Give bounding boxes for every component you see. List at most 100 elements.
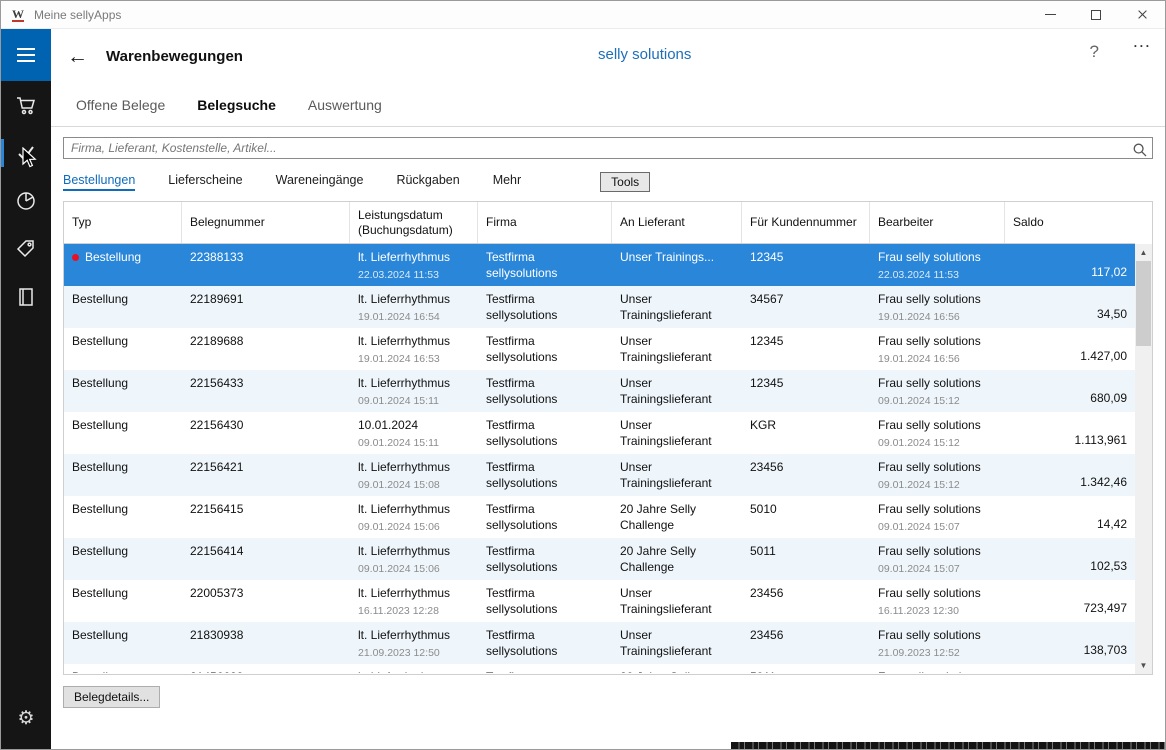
- cell-typ: Bestellung: [64, 328, 182, 370]
- more-options-button[interactable]: ∙∙∙: [1133, 35, 1151, 56]
- journal-book-icon: [15, 286, 37, 308]
- table-row[interactable]: Bestellung22388133lt. Lieferrhythmus22.0…: [64, 244, 1135, 286]
- cell-kundennummer: KGR: [742, 412, 870, 454]
- sidebar-item-warenbewegungen[interactable]: [1, 129, 51, 177]
- buchungsdatum-label: 09.01.2024 15:11: [358, 437, 470, 451]
- belegdetails-button[interactable]: Belegdetails...: [63, 686, 160, 708]
- results-table: TypBelegnummerLeistungsdatum(Buchungsdat…: [63, 201, 1153, 675]
- table-row[interactable]: Bestellung22005373lt. Lieferrhythmus16.1…: [64, 580, 1135, 622]
- subtab-mehr[interactable]: Mehr: [493, 173, 521, 191]
- app-logo-icon: W: [10, 7, 26, 23]
- scroll-down-button[interactable]: ▼: [1135, 657, 1152, 674]
- cell-firma: Testfirma sellysolutions: [478, 244, 612, 286]
- sidebar-item-labels[interactable]: [1, 225, 51, 273]
- bearbeiter-datum-label: 09.01.2024 15:12: [878, 479, 997, 493]
- table-row[interactable]: Bestellung2215643010.01.202409.01.2024 1…: [64, 412, 1135, 454]
- cell-kundennummer: 23456: [742, 622, 870, 664]
- cell-kundennummer: 34567: [742, 286, 870, 328]
- cell-typ: Bestellung: [64, 622, 182, 664]
- cell-firma: Testfirma: [478, 664, 612, 673]
- cell-lieferant: Unser Trainingslieferant: [612, 370, 742, 412]
- tab-belegsuche[interactable]: Belegsuche: [197, 97, 276, 113]
- back-button[interactable]: ←: [67, 46, 88, 67]
- search-input[interactable]: [63, 137, 1153, 159]
- table-row[interactable]: Bestellung22189691lt. Lieferrhythmus19.0…: [64, 286, 1135, 328]
- table-row[interactable]: Bestellung22156421lt. Lieferrhythmus09.0…: [64, 454, 1135, 496]
- column-header[interactable]: Firma: [478, 202, 612, 243]
- buchungsdatum-label: 09.01.2024 15:11: [358, 395, 470, 409]
- cell-lieferant: Unser Trainings...: [612, 244, 742, 286]
- close-icon: [1137, 9, 1148, 20]
- tab-auswertung[interactable]: Auswertung: [308, 97, 382, 113]
- sidebar: ⚙: [1, 29, 51, 750]
- table-header-row: TypBelegnummerLeistungsdatum(Buchungsdat…: [64, 202, 1135, 244]
- tab-offene-belege[interactable]: Offene Belege: [76, 97, 165, 113]
- cell-kundennummer: 12345: [742, 244, 870, 286]
- buchungsdatum-label: 22.03.2024 11:53: [358, 269, 470, 283]
- column-header[interactable]: Saldo: [1005, 202, 1135, 243]
- table-row[interactable]: Bestellung21456629lt. LieferrhythmusTest…: [64, 664, 1135, 673]
- cell-firma: Testfirma sellysolutions: [478, 454, 612, 496]
- search-row: [63, 137, 1153, 159]
- cell-saldo: 117,02: [1005, 244, 1135, 286]
- table-row[interactable]: Bestellung22156433lt. Lieferrhythmus09.0…: [64, 370, 1135, 412]
- cell-lieferant: 20 Jahre Selly Challenge: [612, 538, 742, 580]
- cell-bearbeiter: Frau selly solutions21.09.2023 12:52: [870, 622, 1005, 664]
- cell-saldo: [1005, 664, 1135, 673]
- column-header[interactable]: An Lieferant: [612, 202, 742, 243]
- cell-kundennummer: 5011: [742, 664, 870, 673]
- subtab-bestellungen[interactable]: Bestellungen: [63, 173, 135, 191]
- settings-button[interactable]: ⚙: [1, 694, 51, 742]
- cell-typ: Bestellung: [64, 286, 182, 328]
- checkmark-icon: [15, 142, 37, 164]
- subtab-rueckgaben[interactable]: Rückgaben: [396, 173, 459, 191]
- bearbeiter-datum-label: 19.01.2024 16:56: [878, 311, 997, 325]
- column-header[interactable]: Bearbeiter: [870, 202, 1005, 243]
- cell-bearbeiter: Frau selly solutions19.01.2024 16:56: [870, 328, 1005, 370]
- maximize-button[interactable]: [1073, 1, 1119, 29]
- scroll-up-button[interactable]: ▲: [1135, 244, 1152, 261]
- cell-firma: Testfirma sellysolutions: [478, 538, 612, 580]
- cell-leistungsdatum: lt. Lieferrhythmus22.03.2024 11:53: [350, 244, 478, 286]
- cell-leistungsdatum: lt. Lieferrhythmus19.01.2024 16:53: [350, 328, 478, 370]
- cell-belegnummer: 22156433: [182, 370, 350, 412]
- scrollbar-thumb[interactable]: [1136, 261, 1151, 346]
- hamburger-menu-icon: [16, 47, 36, 63]
- cell-leistungsdatum: lt. Lieferrhythmus09.01.2024 15:08: [350, 454, 478, 496]
- pie-chart-icon: [15, 190, 37, 212]
- table-row[interactable]: Bestellung22189688lt. Lieferrhythmus19.0…: [64, 328, 1135, 370]
- back-arrow-icon: ←: [67, 45, 88, 68]
- column-header[interactable]: Typ: [64, 202, 182, 243]
- column-header[interactable]: Belegnummer: [182, 202, 350, 243]
- tools-button[interactable]: Tools: [600, 172, 650, 192]
- cell-leistungsdatum: lt. Lieferrhythmus: [350, 664, 478, 673]
- table-row[interactable]: Bestellung22156415lt. Lieferrhythmus09.0…: [64, 496, 1135, 538]
- cell-belegnummer: 21456629: [182, 664, 350, 673]
- table-row[interactable]: Bestellung22156414lt. Lieferrhythmus09.0…: [64, 538, 1135, 580]
- cell-firma: Testfirma sellysolutions: [478, 412, 612, 454]
- sidebar-item-journal[interactable]: [1, 273, 51, 321]
- subtab-wareneingaenge[interactable]: Wareneingänge: [276, 173, 364, 191]
- buchungsdatum-label: 19.01.2024 16:53: [358, 353, 470, 367]
- sidebar-item-statistics[interactable]: [1, 177, 51, 225]
- hamburger-menu-button[interactable]: [1, 29, 51, 81]
- sidebar-item-cart[interactable]: [1, 81, 51, 129]
- subtab-lieferscheine[interactable]: Lieferscheine: [168, 173, 242, 191]
- column-header[interactable]: Leistungsdatum(Buchungsdatum): [350, 202, 478, 243]
- close-button[interactable]: [1119, 1, 1165, 29]
- column-header[interactable]: Für Kundennummer: [742, 202, 870, 243]
- vertical-scrollbar[interactable]: ▲ ▼: [1135, 244, 1152, 674]
- cell-typ: Bestellung: [64, 580, 182, 622]
- table-row[interactable]: Bestellung21830938lt. Lieferrhythmus21.0…: [64, 622, 1135, 664]
- buchungsdatum-label: 09.01.2024 15:06: [358, 521, 470, 535]
- cell-saldo: 723,497: [1005, 580, 1135, 622]
- cell-bearbeiter: Frau selly solutions09.01.2024 15:12: [870, 454, 1005, 496]
- cell-saldo: 102,53: [1005, 538, 1135, 580]
- help-button[interactable]: ?: [1090, 42, 1099, 62]
- page-title: Warenbewegungen: [106, 48, 243, 65]
- minimize-button[interactable]: [1027, 1, 1073, 29]
- cell-firma: Testfirma sellysolutions: [478, 370, 612, 412]
- help-icon: ?: [1090, 42, 1099, 61]
- cell-lieferant: Unser Trainingslieferant: [612, 580, 742, 622]
- app-header: ← Warenbewegungen selly solutions ? ∙∙∙: [51, 29, 1165, 83]
